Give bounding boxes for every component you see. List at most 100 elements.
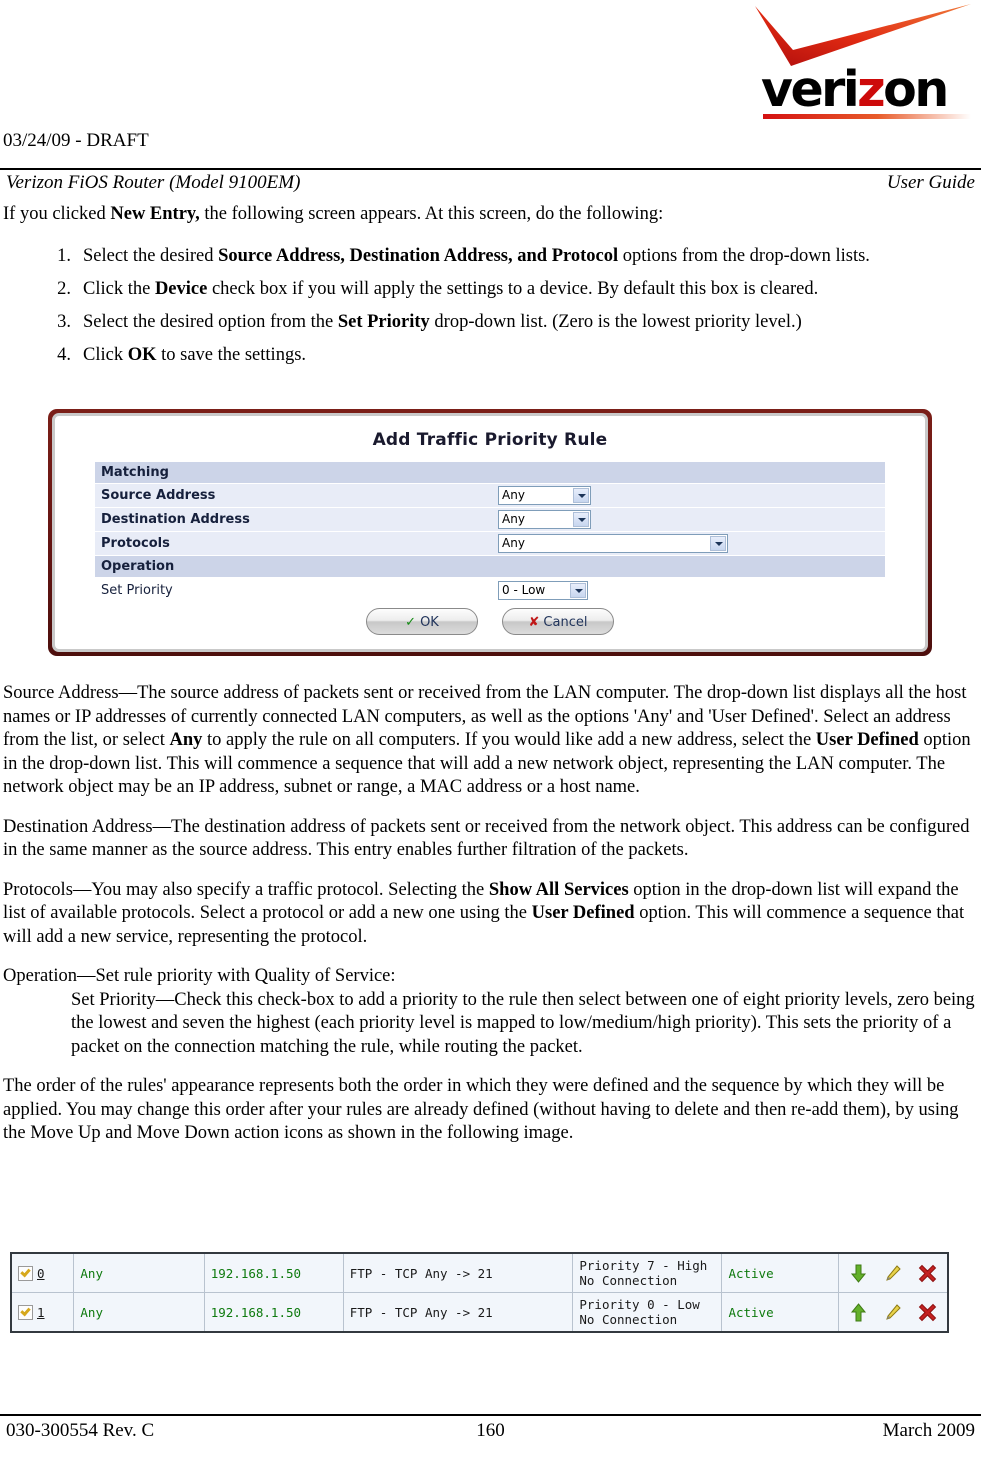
step-post: drop-down list. (Zero is the lowest prio…: [429, 311, 802, 332]
logo-underline: [763, 114, 971, 119]
step-bold: Set Priority: [337, 311, 430, 332]
source-address-label: Source Address: [95, 483, 492, 508]
set-priority-value: 0 - Low: [502, 583, 546, 597]
wordmark-prefix: veri: [761, 61, 860, 118]
chevron-down-icon[interactable]: [573, 512, 589, 527]
priority-level: Priority 0 - Low: [579, 1297, 700, 1312]
chevron-down-icon[interactable]: [710, 536, 726, 551]
intro-paragraph: If you clicked New Entry, the following …: [3, 203, 976, 227]
delete-icon[interactable]: [918, 1303, 937, 1322]
paragraph-source-address: Source Address—The source address of pac…: [3, 682, 976, 800]
source-address-value: Any: [502, 488, 525, 502]
source-cell: Any: [73, 1292, 205, 1331]
paragraph-protocols: Protocols—You may also specify a traffic…: [3, 879, 976, 950]
action-icons: [845, 1264, 941, 1283]
bold-user-defined: User Defined: [815, 730, 919, 750]
term-destination-address: Destination Address: [3, 816, 153, 837]
cancel-button[interactable]: ✘ Cancel: [502, 608, 614, 635]
protocols-cell: Any: [492, 531, 885, 556]
step-pre: Select the desired: [83, 245, 219, 266]
wordmark-suffix: on: [883, 61, 949, 118]
seg2: to apply the rule on all computers. If y…: [202, 730, 816, 750]
page-footer: 030-300554 Rev. C 160 March 2009: [0, 1420, 981, 1450]
step-bold: OK: [127, 344, 157, 365]
list-item: 1. Select the desired Source Address, Des…: [3, 245, 976, 267]
row-index-link[interactable]: 1: [37, 1305, 45, 1320]
protocols-select[interactable]: Any: [498, 534, 728, 553]
priority-cell: Priority 7 - High No Connection: [572, 1254, 723, 1293]
table-row: 0 Any 192.168.1.50 FTP - TCP Any -> 21 P…: [12, 1254, 947, 1293]
arrow-up-icon[interactable]: [849, 1302, 868, 1322]
source-cell: Any: [73, 1254, 205, 1293]
actions-cell: [838, 1254, 947, 1293]
source-address-select[interactable]: Any: [498, 486, 591, 505]
header-divider: [0, 168, 981, 170]
rules-table: 0 Any 192.168.1.50 FTP - TCP Any -> 21 P…: [12, 1254, 947, 1331]
priority-connection: No Connection: [579, 1273, 678, 1288]
term-source-address: Source Address: [3, 683, 119, 703]
document-type: User Guide: [886, 172, 975, 193]
section-header-matching: Matching: [95, 462, 885, 484]
paragraph-destination-address: Destination Address—The destination addr…: [3, 816, 976, 863]
set-priority-cell: 0 - Low: [492, 577, 885, 603]
protocols-label: Protocols: [95, 531, 492, 556]
destination-address-cell: Any: [492, 507, 885, 532]
step-post: check box if you will apply the settings…: [207, 278, 819, 299]
seg1: Check this check-box to add a priority t…: [71, 989, 975, 1057]
destination-address-select[interactable]: Any: [498, 510, 591, 529]
em-dash: —: [72, 879, 92, 900]
step-number: 2.: [57, 278, 71, 299]
protocol-cell: FTP - TCP Any -> 21: [343, 1254, 574, 1293]
chevron-down-icon[interactable]: [570, 583, 586, 598]
edit-icon[interactable]: [883, 1303, 902, 1322]
row-index-cell: 1: [12, 1292, 75, 1331]
seg1: Set rule priority with Quality of Servic…: [95, 966, 396, 986]
footer-divider: [0, 1414, 981, 1416]
list-item: 4. Click OK to save the settings.: [3, 344, 976, 366]
priority-cell: Priority 0 - Low No Connection: [572, 1292, 723, 1331]
checkbox-checked-icon[interactable]: [18, 1305, 33, 1320]
steps-list: 1. Select the desired Source Address, Des…: [3, 245, 976, 366]
step-pre: Click the: [83, 278, 155, 299]
priority-connection: No Connection: [579, 1312, 678, 1327]
step-bold: Source Address, Destination Address, and…: [218, 245, 619, 266]
step-post: to save the settings.: [156, 344, 307, 365]
destination-address-label: Destination Address: [95, 507, 492, 532]
page-content: If you clicked New Entry, the following …: [3, 203, 976, 377]
destination-cell: 192.168.1.50: [204, 1292, 344, 1331]
edit-icon[interactable]: [883, 1264, 902, 1283]
action-icons: [845, 1302, 941, 1322]
em-dash: —: [152, 816, 172, 837]
intro-post: the following screen appears. At this sc…: [199, 204, 664, 224]
section-header-operation: Operation: [95, 555, 885, 578]
source-address-cell: Any: [492, 483, 885, 508]
bold-user-defined: User Defined: [531, 903, 635, 923]
check-icon: ✓: [405, 615, 417, 630]
checkbox-checked-icon[interactable]: [18, 1266, 33, 1281]
footer-date: March 2009: [882, 1420, 975, 1441]
list-item: 3. Select the desired option from the Set…: [3, 311, 976, 333]
protocol-cell: FTP - TCP Any -> 21: [343, 1292, 574, 1331]
term-protocols: Protocols: [3, 879, 73, 900]
section-label: Operation: [95, 555, 885, 578]
step-bold: Device: [154, 278, 208, 299]
footer-page-number: 160: [476, 1420, 505, 1441]
chevron-down-icon[interactable]: [573, 488, 589, 503]
arrow-down-icon[interactable]: [849, 1264, 868, 1283]
field-row-protocols: Protocols Any: [95, 531, 885, 556]
delete-icon[interactable]: [918, 1264, 937, 1283]
row-index-link[interactable]: 0: [37, 1266, 45, 1281]
step-number: 1.: [57, 245, 71, 266]
destination-cell: 192.168.1.50: [204, 1254, 344, 1293]
row-index-cell: 0: [12, 1254, 75, 1293]
close-icon: ✘: [528, 615, 540, 630]
set-priority-select[interactable]: 0 - Low: [498, 581, 588, 600]
intro-bold: New Entry,: [110, 204, 200, 224]
field-row-source-address: Source Address Any: [95, 483, 885, 508]
paragraph-rule-order: The order of the rules' appearance repre…: [3, 1076, 959, 1143]
dialog-button-row: ✓ OK ✘ Cancel: [55, 608, 925, 635]
dialog-title: Add Traffic Priority Rule: [372, 430, 608, 450]
ok-button[interactable]: ✓ OK: [366, 608, 478, 635]
status-cell: Active: [721, 1254, 839, 1293]
em-dash: —: [155, 989, 175, 1010]
